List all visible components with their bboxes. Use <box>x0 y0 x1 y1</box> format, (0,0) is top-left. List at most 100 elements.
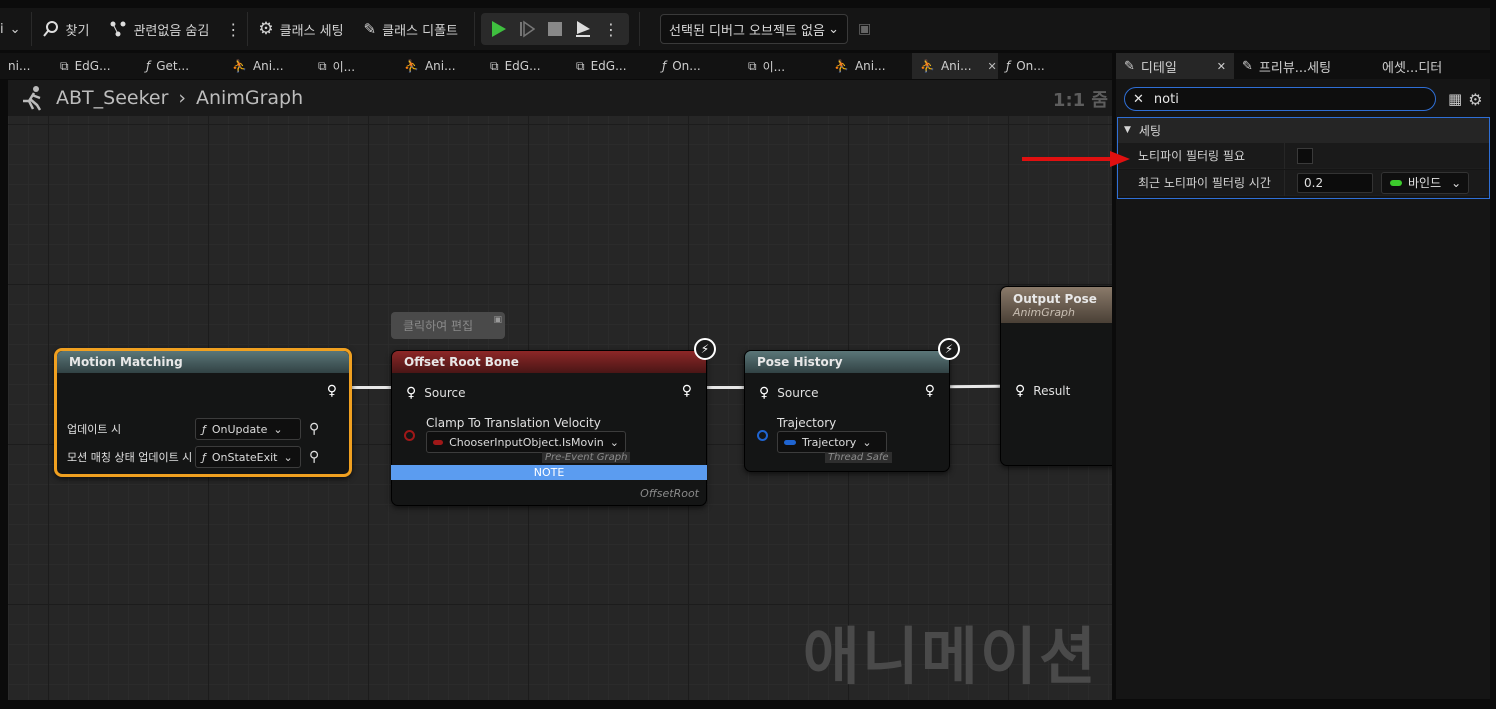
search-icon[interactable]: ⚲ <box>309 449 319 465</box>
eject-button[interactable] <box>569 15 597 43</box>
close-icon[interactable]: ✕ <box>1217 60 1226 73</box>
pose-output-pin-icon[interactable]: ♀ <box>925 383 935 399</box>
debug-object-select[interactable]: 선택된 디버그 오브젝트 없음 ⌄ <box>660 14 849 44</box>
settings-section-header[interactable]: ▼ 세팅 <box>1118 117 1490 143</box>
class-defaults-button[interactable]: ✎ 클래스 디폴트 <box>354 13 468 45</box>
edit-icon: ✎ <box>1242 58 1253 74</box>
play-icon <box>492 21 507 37</box>
output-pose-node[interactable]: Output Pose AnimGraph ♀ Result <box>1000 286 1112 466</box>
tab-12[interactable]: ƒ On... <box>998 53 1084 79</box>
find-icon <box>42 21 58 37</box>
trajectory-label-row: Trajectory <box>777 416 836 430</box>
tab-label: 이... <box>332 59 356 74</box>
function-icon: ƒ <box>1006 59 1011 73</box>
stop-button[interactable] <box>541 15 569 43</box>
details-search-input[interactable]: ✕ noti <box>1124 87 1436 111</box>
on-state-exit-value: OnStateExit <box>211 450 278 464</box>
trajectory-label: Trajectory <box>777 416 837 430</box>
pose-output-pin-icon[interactable]: ♀ <box>327 383 337 399</box>
clamp-velocity-value: ChooserInputObject.IsMovin <box>449 435 604 449</box>
source-input-pin[interactable]: ♀ Source <box>406 385 465 401</box>
breadcrumb-leaf[interactable]: AnimGraph <box>196 87 303 109</box>
offset-root-bone-node[interactable]: Offset Root Bone ♀ Source ♀ Clamp To Tra… <box>391 350 707 506</box>
pin-icon: ▣ <box>493 315 502 325</box>
notify-filter-time-input[interactable]: 0.2 <box>1297 172 1373 193</box>
pose-history-node[interactable]: Pose History ♀ Source ♀ Trajectory Traje… <box>744 350 950 472</box>
step-button[interactable] <box>513 15 541 43</box>
hide-unrelated-button[interactable]: 관련없음 숨김 <box>99 13 219 45</box>
anim-graph-canvas[interactable]: ABT_Seeker › AnimGraph 1:1 줌 클릭하여 편집 ▣ M… <box>8 80 1112 700</box>
graph-watermark: 애니메이션 <box>802 620 1098 693</box>
source-input-pin[interactable]: ♀ Source <box>759 385 818 401</box>
clamp-velocity-binding[interactable]: ChooserInputObject.IsMovin ⌄ <box>426 431 626 453</box>
result-input-pin[interactable]: ♀ Result <box>1015 383 1070 399</box>
graph-icon: ⧉ <box>490 58 499 73</box>
cut-menu[interactable]: i ⌄ <box>0 13 31 45</box>
tab-5[interactable]: ⛹ Ani... <box>396 53 482 79</box>
chevron-down-icon: ⌄ <box>862 435 872 449</box>
class-settings-button[interactable]: ⚙ 클래스 세팅 <box>248 13 353 45</box>
tab-6[interactable]: ⧉ EdG... <box>482 53 568 79</box>
source-label: Source <box>777 386 819 400</box>
wire-offset-to-history <box>702 386 746 389</box>
gear-icon: ⚙ <box>258 19 274 39</box>
tab-asset-editor[interactable]: 에셋...디터 <box>1364 53 1450 79</box>
bind-status-icon <box>1390 179 1402 186</box>
function-icon: ƒ <box>662 59 667 73</box>
edit-icon: ✎ <box>363 20 377 38</box>
close-icon[interactable]: ✕ <box>988 60 997 73</box>
tab-8[interactable]: ƒ On... <box>654 53 740 79</box>
edit-tooltip[interactable]: 클릭하여 편집 ▣ <box>391 312 505 339</box>
tab-7[interactable]: ⧉ EdG... <box>568 53 654 79</box>
tab-label: Ani... <box>424 59 456 73</box>
bind-dropdown[interactable]: 바인드 ⌄ <box>1381 171 1469 194</box>
tab-1[interactable]: ⧉ EdG... <box>52 53 138 79</box>
chevron-down-icon: ⌄ <box>283 450 293 464</box>
trajectory-binding[interactable]: Trajectory ⌄ <box>777 431 887 453</box>
pose-history-title: Pose History <box>745 351 949 373</box>
struct-input-pin-icon[interactable] <box>757 430 768 441</box>
tab-label: 이... <box>762 59 786 74</box>
bind-label: 바인드 <box>1408 176 1442 190</box>
bool-input-pin-icon[interactable] <box>404 430 415 441</box>
tab-10[interactable]: ⛹ Ani... <box>826 53 912 79</box>
details-search-row: ✕ noti ▦ ⚙ <box>1124 87 1486 111</box>
play-button[interactable] <box>485 15 513 43</box>
more-options-icon[interactable]: ⋮ <box>219 20 247 39</box>
notify-filter-checkbox[interactable] <box>1297 147 1313 164</box>
pose-output-pin-icon[interactable]: ♀ <box>682 383 692 399</box>
tab-3[interactable]: ⛹ Ani... <box>224 53 310 79</box>
chevron-down-icon: ⌄ <box>1451 175 1462 190</box>
find-button[interactable]: 찾기 <box>32 13 100 45</box>
tab-0[interactable]: ni... <box>0 53 52 79</box>
thread-safe-tag: Thread Safe <box>825 452 892 463</box>
settings-gear-icon[interactable]: ⚙ <box>1468 90 1482 109</box>
on-update-row: 업데이트 시 ƒ OnUpdate ⌄ ⚲ <box>67 418 319 440</box>
tab-label: EdG... <box>590 59 627 73</box>
debug-filter-icon[interactable]: ▣ <box>858 21 871 37</box>
on-state-exit-select[interactable]: ƒ OnStateExit ⌄ <box>195 446 301 468</box>
tab-label: Ani... <box>854 59 886 73</box>
search-icon[interactable]: ⚲ <box>309 421 319 437</box>
tab-2[interactable]: ƒ Get... <box>138 53 224 79</box>
tab-9[interactable]: ⧉ 이... <box>740 53 826 79</box>
table-view-icon[interactable]: ▦ <box>1448 90 1462 108</box>
tab-preview-settings[interactable]: ✎ 프리뷰...세팅 <box>1234 53 1364 79</box>
play-options-icon[interactable]: ⋮ <box>597 20 625 39</box>
breadcrumb: ABT_Seeker › AnimGraph 1:1 줌 <box>8 80 1112 116</box>
output-pose-title: Output Pose <box>1013 291 1097 306</box>
tab-label: Ani... <box>252 59 284 73</box>
details-search-value: noti <box>1153 91 1179 107</box>
document-tabs: ni... ⧉ EdG... ƒ Get... ⛹ Ani... ⧉ 이... ⛹ Ani... ⧉ E… <box>0 53 1112 79</box>
graph-icon: ⧉ <box>60 58 69 73</box>
trajectory-value: Trajectory <box>802 435 857 449</box>
property-row: 노티파이 필터링 필요 <box>1118 142 1490 169</box>
tab-4[interactable]: ⧉ 이... <box>310 53 396 79</box>
motion-matching-node[interactable]: Motion Matching ♀ 업데이트 시 ƒ OnUpdate ⌄ ⚲ … <box>54 348 352 477</box>
on-update-select[interactable]: ƒ OnUpdate ⌄ <box>195 418 301 440</box>
clear-search-icon[interactable]: ✕ <box>1133 92 1144 107</box>
tab-details[interactable]: ✎ 디테일 ✕ <box>1116 53 1234 79</box>
tab-11[interactable]: ⛹ Ani... ✕ <box>912 53 998 79</box>
breadcrumb-root[interactable]: ABT_Seeker <box>56 87 168 109</box>
anim-icon: ⛹ <box>920 59 935 73</box>
